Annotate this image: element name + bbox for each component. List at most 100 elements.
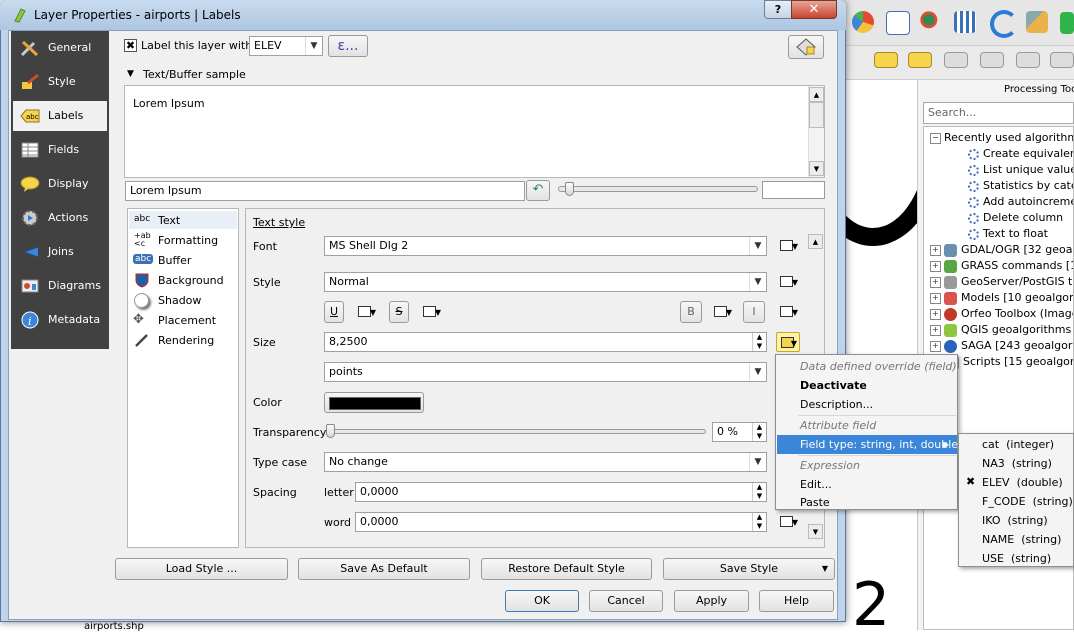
- letter-spacing-input[interactable]: 0,0000 ▲ ▼: [355, 482, 767, 502]
- menu-item-field-type[interactable]: Field type: string, int, double ▶: [777, 435, 958, 454]
- sample-collapse-icon[interactable]: ▼: [127, 69, 134, 79]
- tools-icon[interactable]: [1026, 11, 1048, 33]
- abc-change-icon[interactable]: [1050, 52, 1074, 68]
- data-defined-font-button[interactable]: ▼: [776, 236, 800, 256]
- slider-handle[interactable]: [565, 182, 574, 196]
- help-title-button[interactable]: ?: [764, 0, 792, 19]
- pie-chart-icon[interactable]: [852, 11, 874, 33]
- sample-background-color[interactable]: [762, 181, 825, 199]
- spin-up-icon[interactable]: ▲: [752, 423, 766, 432]
- italic-button[interactable]: I: [743, 301, 765, 323]
- transparency-input[interactable]: 0 % ▲ ▼: [712, 422, 767, 442]
- data-defined-underline-button[interactable]: ▼: [354, 302, 378, 322]
- abc-pin-icon[interactable]: [908, 52, 932, 68]
- data-defined-size-button[interactable]: ▼: [776, 332, 800, 352]
- add-layer-icon[interactable]: [1060, 12, 1074, 34]
- scroll-thumb[interactable]: [809, 102, 824, 128]
- expand-icon[interactable]: +: [930, 340, 941, 352]
- spin-up-icon[interactable]: ▲: [752, 513, 766, 522]
- refresh-icon[interactable]: [990, 10, 1018, 38]
- scroll-down-icon[interactable]: ▼: [808, 524, 823, 539]
- slider-handle[interactable]: [326, 424, 335, 438]
- menu-item-deactivate[interactable]: Deactivate: [777, 376, 957, 395]
- data-defined-word-button[interactable]: ▼: [776, 512, 800, 532]
- expand-icon[interactable]: +: [930, 308, 941, 320]
- expand-icon[interactable]: +: [930, 260, 941, 272]
- sample-zoom-slider[interactable]: [558, 186, 758, 192]
- abc-label-icon[interactable]: [874, 52, 898, 68]
- scroll-up-icon[interactable]: ▲: [808, 234, 823, 249]
- save-as-default-button[interactable]: Save As Default: [298, 558, 470, 580]
- tree-item-recent[interactable]: − Recently used algorithms: [930, 130, 1073, 146]
- sidebar-item-actions[interactable]: Actions: [13, 203, 107, 233]
- expand-icon[interactable]: +: [930, 292, 941, 304]
- tree-group-geoserver[interactable]: + GeoServer/PostGIS to: [930, 274, 1073, 290]
- close-button[interactable]: ✕: [791, 0, 837, 19]
- apply-button[interactable]: Apply: [674, 590, 749, 612]
- sidebar-item-display[interactable]: Display: [13, 169, 107, 199]
- expression-button[interactable]: ε...: [328, 35, 368, 57]
- sidebar-item-fields[interactable]: Fields: [13, 135, 107, 165]
- font-select[interactable]: MS Shell Dlg 2 ▼: [324, 236, 767, 256]
- cancel-button[interactable]: Cancel: [589, 590, 663, 612]
- sample-scrollbar[interactable]: ▲ ▼: [808, 86, 824, 177]
- category-item-shadow[interactable]: Shadow: [129, 291, 237, 309]
- category-item-formatting[interactable]: +ab <c Formatting: [129, 231, 237, 249]
- menu-item-edit[interactable]: Edit...: [777, 475, 957, 494]
- rule-settings-button[interactable]: [788, 35, 824, 59]
- expand-icon[interactable]: +: [930, 276, 941, 288]
- spin-down-icon[interactable]: ▼: [752, 492, 766, 501]
- sidebar-item-general[interactable]: General: [13, 33, 107, 63]
- expand-icon[interactable]: +: [930, 324, 941, 336]
- abc-move-icon[interactable]: [944, 52, 968, 68]
- tree-group-saga[interactable]: + SAGA [243 geoalgorit: [930, 338, 1073, 354]
- scroll-down-icon[interactable]: ▼: [809, 161, 824, 176]
- identify-features-icon[interactable]: [920, 11, 942, 33]
- data-defined-strikeout-button[interactable]: ▼: [419, 302, 443, 322]
- sidebar-item-joins[interactable]: Joins: [13, 237, 107, 267]
- calculator-icon[interactable]: [886, 11, 910, 35]
- abc-show-icon[interactable]: [980, 52, 1004, 68]
- sidebar-item-labels[interactable]: abc Labels: [13, 101, 107, 131]
- load-style-button[interactable]: Load Style ...: [115, 558, 288, 580]
- underline-button[interactable]: U: [324, 301, 344, 323]
- strikeout-button[interactable]: S: [389, 301, 409, 323]
- abc-rotate-icon[interactable]: [1016, 52, 1040, 68]
- label-layer-checkbox[interactable]: ✖: [124, 39, 137, 52]
- submenu-field-cat[interactable]: cat (integer): [960, 435, 1074, 454]
- tree-group-gdal[interactable]: + GDAL/OGR [32 geoalg: [930, 242, 1073, 258]
- tree-item-algorithm[interactable]: Add autoincrement: [968, 194, 1073, 210]
- spin-up-icon[interactable]: ▲: [752, 483, 766, 492]
- expand-icon[interactable]: +: [930, 244, 941, 256]
- grid-icon[interactable]: [954, 11, 976, 33]
- save-style-button[interactable]: Save Style ▼: [663, 558, 835, 580]
- submenu-field-na3[interactable]: NA3 (string): [960, 454, 1074, 473]
- label-field-select[interactable]: ELEV ▼: [249, 36, 323, 56]
- data-defined-italic-button[interactable]: ▼: [776, 302, 800, 322]
- tree-item-algorithm[interactable]: Statistics by categ: [968, 178, 1073, 194]
- word-spacing-input[interactable]: 0,0000 ▲ ▼: [355, 512, 767, 532]
- type-case-select[interactable]: No change ▼: [324, 452, 767, 472]
- data-defined-bold-button[interactable]: ▼: [710, 302, 734, 322]
- menu-item-paste[interactable]: Paste: [777, 493, 957, 512]
- restore-default-style-button[interactable]: Restore Default Style: [481, 558, 652, 580]
- tree-group-qgis[interactable]: + QGIS geoalgorithms [6: [930, 322, 1073, 338]
- submenu-field-iko[interactable]: IKO (string): [960, 511, 1074, 530]
- transparency-slider[interactable]: [330, 429, 706, 434]
- category-item-text[interactable]: abc Text: [129, 211, 237, 229]
- sample-text-input[interactable]: Lorem Ipsum: [125, 181, 525, 201]
- category-item-background[interactable]: Background: [129, 271, 237, 289]
- style-select[interactable]: Normal ▼: [324, 272, 767, 292]
- tree-group-orfeo[interactable]: + Orfeo Toolbox (Image: [930, 306, 1073, 322]
- tree-group-models[interactable]: + Models [10 geoalgorit: [930, 290, 1073, 306]
- sidebar-item-metadata[interactable]: i Metadata: [13, 305, 107, 335]
- ok-button[interactable]: OK: [505, 590, 579, 612]
- sidebar-item-style[interactable]: Style: [13, 67, 107, 97]
- sidebar-item-diagrams[interactable]: Diagrams: [13, 271, 107, 301]
- submenu-field-elev[interactable]: ✖ ELEV (double): [960, 473, 1074, 492]
- data-defined-style-button[interactable]: ▼: [776, 272, 800, 292]
- category-item-placement[interactable]: ✥ Placement: [129, 311, 237, 329]
- spin-down-icon[interactable]: ▼: [752, 522, 766, 531]
- category-item-rendering[interactable]: Rendering: [129, 331, 237, 349]
- spin-down-icon[interactable]: ▼: [752, 342, 766, 351]
